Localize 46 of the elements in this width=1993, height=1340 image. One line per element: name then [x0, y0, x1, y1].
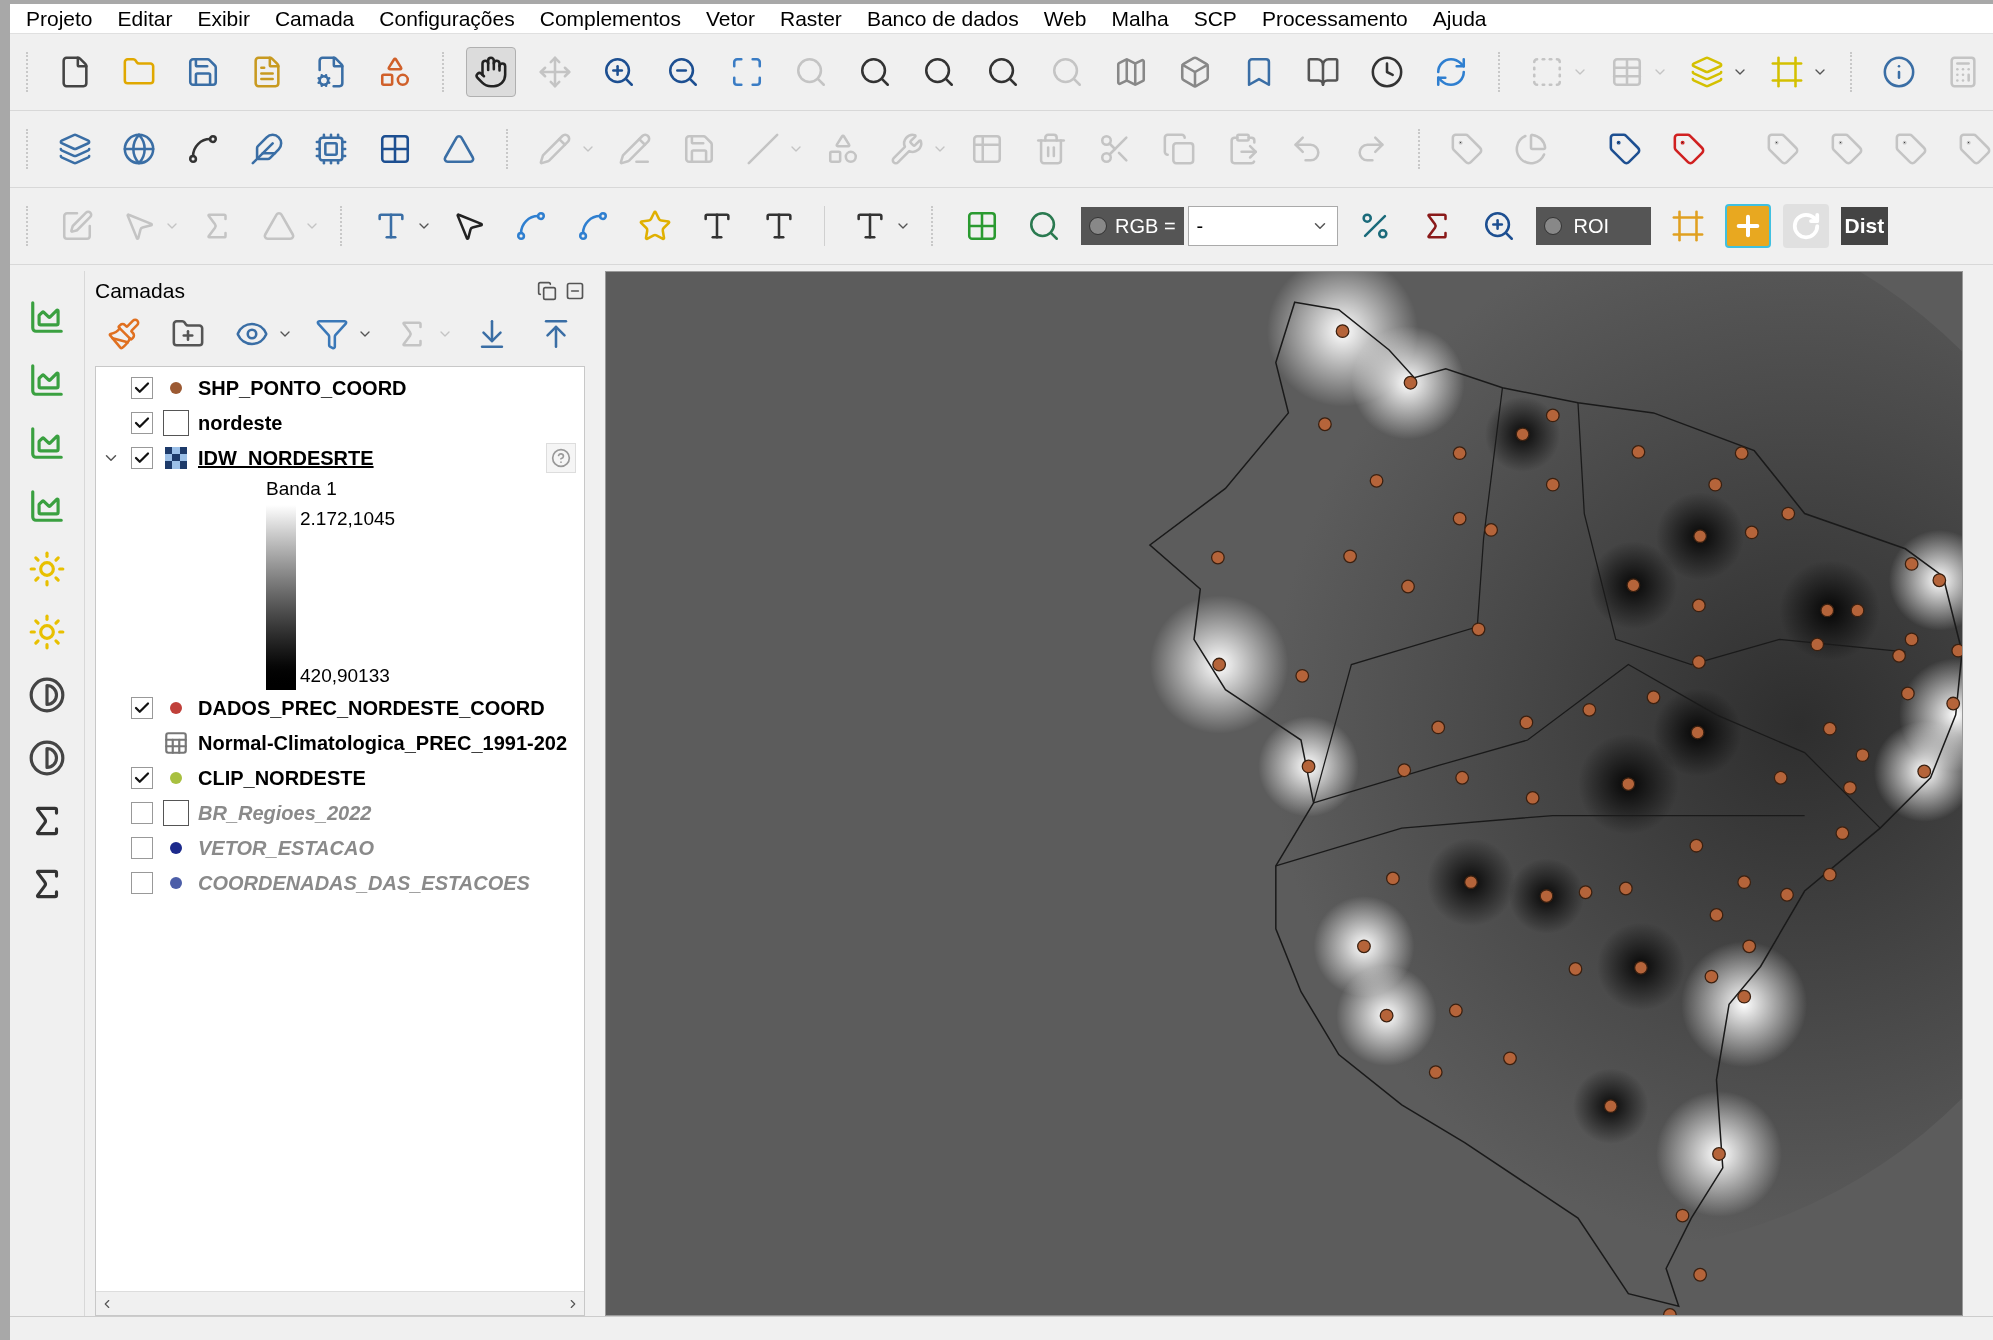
rgb-toggle[interactable]: RGB = — [1081, 207, 1184, 245]
menu-item[interactable]: Ajuda — [1432, 4, 1487, 35]
layer-name[interactable]: IDW_NORDESRTE — [198, 442, 374, 473]
menu-item[interactable]: Configurações — [379, 4, 515, 35]
layer-name[interactable]: Normal-Climatologica_PREC_1991-202 — [198, 727, 568, 758]
raster-icon — [165, 446, 187, 469]
menu-item[interactable]: Projeto — [26, 4, 93, 35]
menu-item[interactable]: Vetor — [705, 4, 755, 35]
legend-max-value: 2.172,1045 — [300, 507, 396, 531]
layer-name[interactable]: DADOS_PREC_NORDESTE_COORD — [198, 692, 545, 723]
panel-title: Camadas — [95, 278, 185, 305]
rotate-icon — [1790, 211, 1821, 241]
menu-item[interactable]: SCP — [1193, 4, 1237, 35]
layer-checkbox[interactable] — [131, 766, 153, 789]
legend-min-value: 420,90133 — [300, 663, 391, 688]
dist-button[interactable]: Dist — [1840, 207, 1889, 245]
layer-checkbox[interactable] — [131, 376, 153, 399]
layer-checkbox[interactable] — [131, 836, 153, 859]
menu-item[interactable]: Banco de dados — [866, 4, 1019, 35]
layer-checkbox[interactable] — [131, 411, 153, 434]
rgb-dropdown[interactable]: - — [1187, 206, 1338, 246]
help-icon[interactable] — [546, 442, 576, 473]
layer-name[interactable]: nordeste — [198, 407, 283, 438]
menu-item[interactable]: Exibir — [197, 4, 250, 35]
layer-checkbox[interactable] — [131, 871, 153, 894]
menu-item[interactable]: Camada — [274, 4, 355, 35]
polygon-symbol — [163, 409, 189, 436]
layer-checkbox[interactable] — [131, 446, 153, 469]
menu-item[interactable]: Web — [1043, 4, 1087, 35]
layer-name[interactable]: CLIP_NORDESTE — [198, 762, 366, 793]
polygon-symbol — [163, 799, 189, 826]
layer-checkbox[interactable] — [131, 696, 153, 719]
add-button[interactable] — [1724, 204, 1771, 248]
menu-item[interactable]: Raster — [780, 4, 842, 35]
menu-item[interactable]: Editar — [117, 4, 173, 35]
roi-toggle[interactable]: ROI — [1535, 207, 1651, 245]
horizontal-scrollbar[interactable] — [96, 1291, 584, 1315]
layer-name[interactable]: SHP_PONTO_COORD — [198, 372, 407, 403]
menu-item[interactable]: Processamento — [1261, 4, 1408, 35]
float-panel-icon[interactable] — [537, 281, 557, 301]
band-label: Banda 1 — [266, 477, 338, 501]
table-icon — [163, 729, 189, 756]
menu-item[interactable]: Complementos — [539, 4, 681, 35]
pan-icon[interactable] — [466, 47, 516, 97]
layer-checkbox[interactable] — [131, 801, 153, 824]
menu-item[interactable]: Malha — [1111, 4, 1169, 35]
